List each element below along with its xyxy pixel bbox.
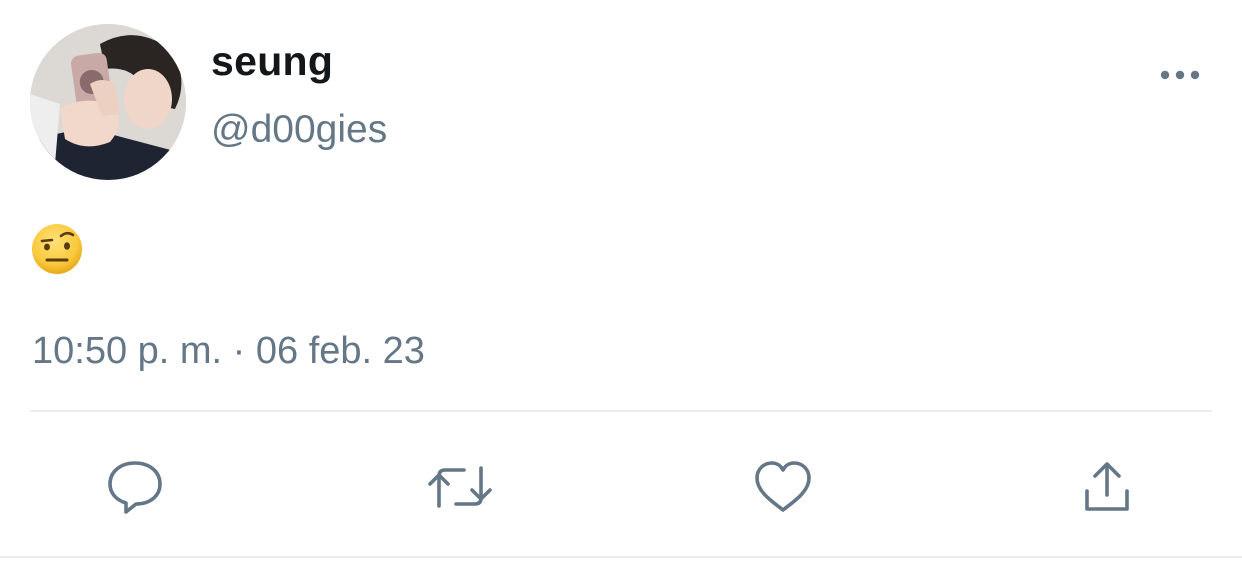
reply-icon [108, 461, 162, 514]
face-with-raised-eyebrow-icon [32, 224, 82, 274]
divider [30, 410, 1212, 412]
like-button[interactable] [748, 452, 818, 522]
share-icon [1085, 462, 1129, 511]
tweet-text [30, 222, 88, 280]
heart-icon [755, 461, 811, 512]
tweet-timestamp[interactable]: 10:50 p. m. · 06 feb. 23 [32, 330, 425, 373]
bottom-divider [0, 556, 1242, 558]
share-button[interactable] [1072, 452, 1142, 522]
retweet-icon [428, 466, 492, 508]
retweet-button[interactable] [425, 452, 495, 522]
more-dots-icon [1160, 70, 1200, 80]
display-name[interactable]: seung [211, 38, 333, 85]
avatar-photo [30, 24, 186, 180]
user-handle[interactable]: @d00gies [211, 108, 387, 152]
avatar[interactable] [30, 24, 186, 180]
reply-button[interactable] [100, 452, 170, 522]
more-options-button[interactable] [1152, 58, 1208, 92]
